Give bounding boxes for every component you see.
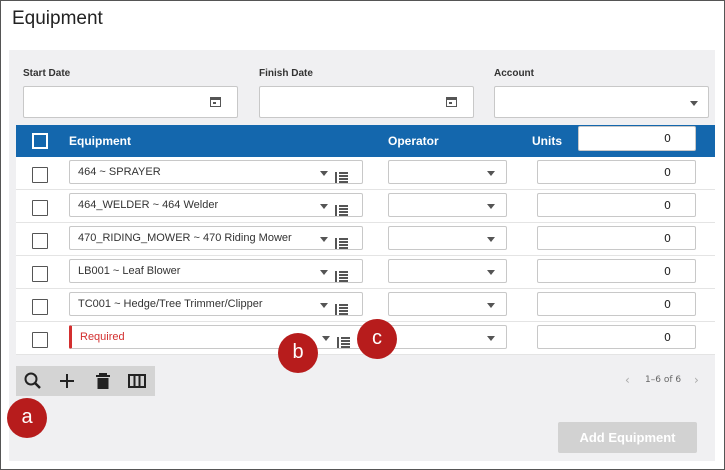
search-icon[interactable] <box>22 371 44 391</box>
equipment-select[interactable]: Required <box>69 325 363 349</box>
units-input[interactable]: 0 <box>537 259 696 283</box>
pagination-label: 1–6 of 6 <box>645 375 682 385</box>
chevron-down-icon[interactable] <box>320 303 328 308</box>
table-row: 470_RIDING_MOWER ~ 470 Riding Mower 0 <box>16 223 715 256</box>
equipment-select[interactable]: 464_WELDER ~ 464 Welder <box>69 193 363 217</box>
page-title: Equipment <box>12 8 103 29</box>
trash-icon[interactable] <box>92 371 114 391</box>
calendar-icon[interactable] <box>210 97 221 107</box>
chevron-down-icon <box>690 101 698 106</box>
account-label: Account <box>494 68 534 79</box>
hierarchy-list-icon[interactable] <box>335 168 348 183</box>
units-fill-all-input[interactable]: 0 <box>578 126 696 151</box>
row-checkbox[interactable] <box>32 299 48 315</box>
operator-select[interactable] <box>388 259 507 283</box>
equipment-value: 464 ~ SPRAYER <box>78 166 161 178</box>
finish-date-input[interactable] <box>259 86 474 118</box>
hierarchy-list-icon[interactable] <box>335 201 348 216</box>
row-checkbox[interactable] <box>32 266 48 282</box>
chevron-right-icon[interactable]: › <box>694 373 699 387</box>
table-header: Equipment Operator Units 0 <box>16 125 715 157</box>
units-input[interactable]: 0 <box>537 325 696 349</box>
hierarchy-list-icon[interactable] <box>337 333 350 348</box>
equipment-value: LB001 ~ Leaf Blower <box>78 265 181 277</box>
chevron-down-icon[interactable] <box>322 336 330 341</box>
callout-c: c <box>357 319 397 359</box>
chevron-down-icon <box>487 303 495 308</box>
column-header-units: Units <box>532 134 562 148</box>
equipment-select[interactable]: 470_RIDING_MOWER ~ 470 Riding Mower <box>69 226 363 250</box>
row-checkbox[interactable] <box>32 233 48 249</box>
units-input[interactable]: 0 <box>537 292 696 316</box>
hierarchy-list-icon[interactable] <box>335 300 348 315</box>
equipment-select[interactable]: TC001 ~ Hedge/Tree Trimmer/Clipper <box>69 292 363 316</box>
callout-a: a <box>7 398 47 438</box>
operator-select[interactable] <box>388 325 507 349</box>
column-header-operator: Operator <box>388 134 439 148</box>
operator-select[interactable] <box>388 292 507 316</box>
plus-icon[interactable] <box>56 371 78 391</box>
chevron-down-icon <box>487 171 495 176</box>
table-toolbar <box>16 366 155 396</box>
table-row: 464 ~ SPRAYER 0 <box>16 157 715 190</box>
columns-icon[interactable] <box>126 371 148 391</box>
units-input[interactable]: 0 <box>537 193 696 217</box>
chevron-left-icon[interactable]: ‹ <box>625 373 630 387</box>
operator-select[interactable] <box>388 226 507 250</box>
chevron-down-icon[interactable] <box>320 237 328 242</box>
column-header-equipment: Equipment <box>69 134 131 148</box>
equipment-select[interactable]: LB001 ~ Leaf Blower <box>69 259 363 283</box>
table-row: LB001 ~ Leaf Blower 0 <box>16 256 715 289</box>
calendar-icon[interactable] <box>446 97 457 107</box>
equipment-value: 464_WELDER ~ 464 Welder <box>78 199 219 211</box>
hierarchy-list-icon[interactable] <box>335 234 348 249</box>
callout-b: b <box>278 333 318 373</box>
start-date-label: Start Date <box>23 68 71 79</box>
equipment-value: Required <box>80 331 125 343</box>
finish-date-label: Finish Date <box>259 68 313 79</box>
account-select[interactable] <box>494 86 709 118</box>
operator-select[interactable] <box>388 193 507 217</box>
equipment-value: 470_RIDING_MOWER ~ 470 Riding Mower <box>78 232 292 244</box>
row-checkbox[interactable] <box>32 200 48 216</box>
table-row: TC001 ~ Hedge/Tree Trimmer/Clipper 0 <box>16 289 715 322</box>
hierarchy-list-icon[interactable] <box>335 267 348 282</box>
chevron-down-icon <box>487 204 495 209</box>
equipment-select[interactable]: 464 ~ SPRAYER <box>69 160 363 184</box>
units-input[interactable]: 0 <box>537 226 696 250</box>
chevron-down-icon <box>487 336 495 341</box>
units-input[interactable]: 0 <box>537 160 696 184</box>
chevron-down-icon[interactable] <box>320 204 328 209</box>
select-all-checkbox[interactable] <box>32 133 48 149</box>
row-checkbox[interactable] <box>32 167 48 183</box>
chevron-down-icon <box>487 237 495 242</box>
chevron-down-icon[interactable] <box>320 270 328 275</box>
add-equipment-button[interactable]: Add Equipment <box>558 422 697 453</box>
row-checkbox[interactable] <box>32 332 48 348</box>
start-date-input[interactable] <box>23 86 238 118</box>
operator-select[interactable] <box>388 160 507 184</box>
chevron-down-icon <box>487 270 495 275</box>
equipment-value: TC001 ~ Hedge/Tree Trimmer/Clipper <box>78 298 263 310</box>
table-row: 464_WELDER ~ 464 Welder 0 <box>16 190 715 223</box>
chevron-down-icon[interactable] <box>320 171 328 176</box>
